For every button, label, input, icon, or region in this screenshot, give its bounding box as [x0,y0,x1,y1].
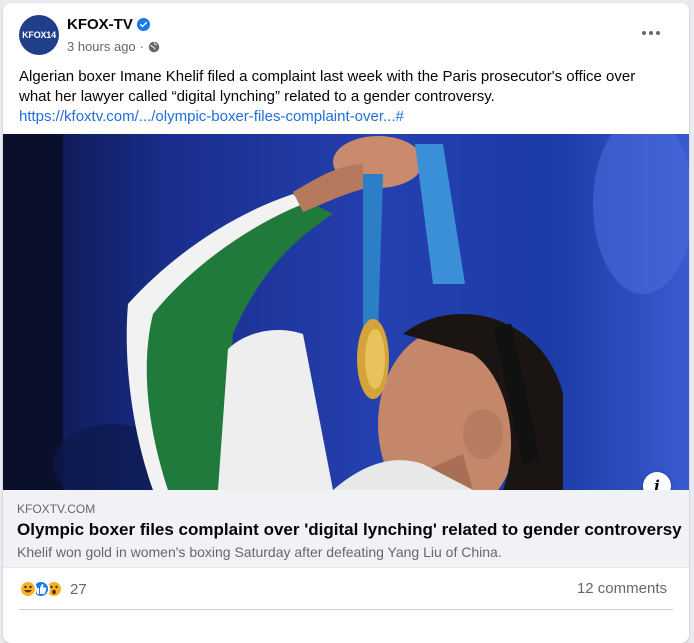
reaction-summary[interactable]: 27 [19,577,87,601]
post-link[interactable]: https://kfoxtv.com/.../olympic-boxer-fil… [19,108,404,125]
post-card: KFOX14 KFOX-TV 3 hours ago · Algerian bo… [3,3,689,643]
post-header: KFOX14 KFOX-TV 3 hours ago · [3,3,689,67]
verified-badge-icon [136,18,150,31]
reaction-count[interactable]: 27 [70,581,87,598]
preview-description: Khelif won gold in women's boxing Saturd… [17,544,502,560]
dot [642,31,646,35]
preview-domain: KFOXTV.COM [17,502,96,516]
comments-count[interactable]: 12 comments [577,580,667,597]
page-name[interactable]: KFOX-TV [67,16,133,33]
action-divider [19,609,673,610]
link-preview[interactable]: KFOXTV.COM Olympic boxer files complaint… [3,490,689,568]
post-body-text: Algerian boxer Imane Khelif filed a comp… [19,68,636,105]
preview-headline[interactable]: Olympic boxer files complaint over 'digi… [17,520,682,540]
haha-icon [19,580,37,598]
page-avatar[interactable]: KFOX14 [19,15,59,55]
meta-separator: · [139,39,145,54]
post-message: Algerian boxer Imane Khelif filed a comp… [19,67,669,127]
post-photo[interactable]: i [3,134,689,490]
dot [649,31,653,35]
avatar-logo-text: KFOX14 [22,30,56,40]
post-meta: 3 hours ago · [67,39,160,54]
dot [656,31,660,35]
page-name-row: KFOX-TV [67,16,150,33]
post-timestamp[interactable]: 3 hours ago [67,39,136,54]
more-options-icon[interactable] [633,21,669,45]
boxer-kissing-medal-photo [3,134,689,490]
globe-icon [148,41,160,52]
